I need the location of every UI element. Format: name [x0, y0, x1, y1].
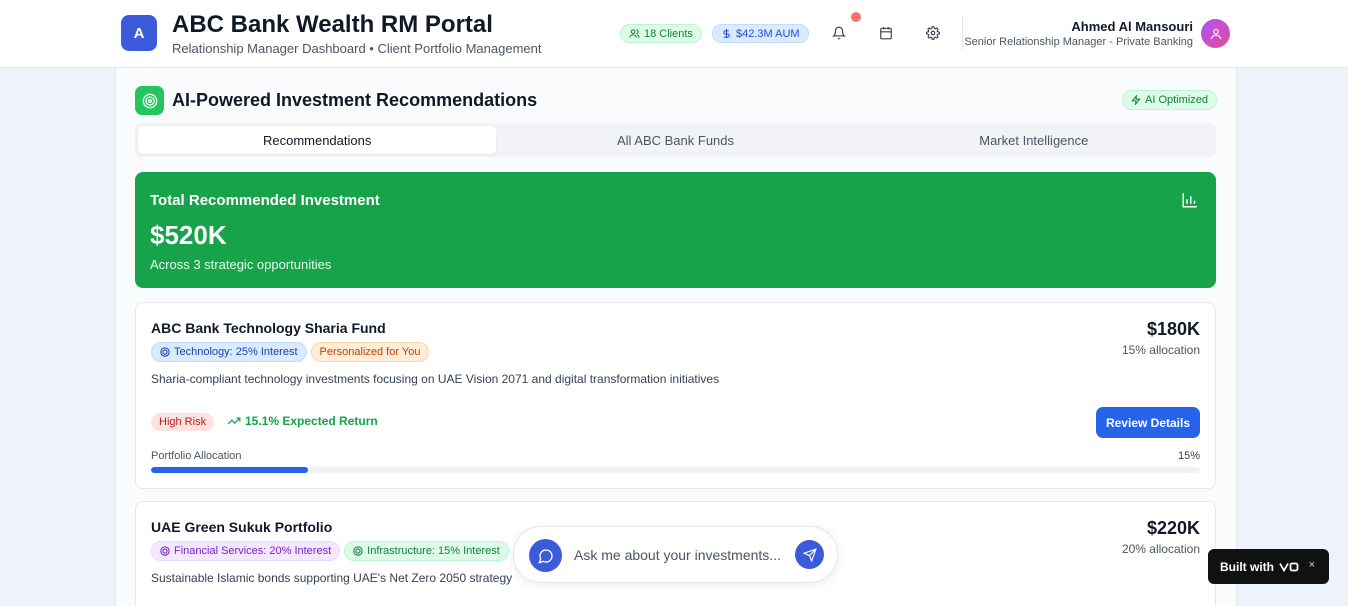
allocation-progress-fill: [151, 467, 309, 473]
fund-allocation: 20% allocation: [1121, 542, 1200, 556]
fund-amount: $180K: [1146, 319, 1200, 339]
v0-logo-icon: [1279, 562, 1299, 572]
ai-badge-label: AI Optimized: [1145, 94, 1208, 106]
user-role: Senior Relationship Manager - Private Ba…: [964, 36, 1193, 48]
ai-chat-bar: [513, 526, 838, 583]
app-title: ABC Bank Wealth RM Portal: [172, 11, 493, 38]
tab-market-intelligence[interactable]: Market Intelligence: [855, 126, 1213, 154]
aum-badge: $42.3M AUM: [712, 24, 809, 43]
calendar-button[interactable]: [876, 23, 896, 43]
personalized-tag: Personalized for You: [310, 342, 430, 362]
tab-all-funds[interactable]: All ABC Bank Funds: [496, 126, 854, 154]
fund-title: ABC Bank Technology Sharia Fund: [151, 320, 386, 336]
allocation-progress-bar: [151, 467, 1200, 473]
fund-title: UAE Green Sukuk Portfolio: [151, 519, 333, 535]
fund-amount: $220K: [1146, 518, 1200, 538]
personalized-tag-label: Personalized for You: [319, 346, 421, 358]
expected-return-label: 15.1% Expected Return: [245, 414, 378, 428]
portfolio-allocation-percent: 15%: [1177, 450, 1200, 462]
interest-tag-label: Technology: 25% Interest: [174, 346, 298, 358]
portfolio-allocation-label: Portfolio Allocation: [151, 450, 242, 462]
gear-icon: [926, 26, 940, 40]
chat-input[interactable]: [574, 544, 792, 566]
tab-recommendations[interactable]: Recommendations: [138, 126, 497, 154]
notifications-button[interactable]: [829, 23, 849, 43]
aum-badge-label: $42.3M AUM: [736, 27, 800, 40]
review-details-button[interactable]: Review Details: [1096, 407, 1200, 438]
user-avatar[interactable]: [1201, 19, 1230, 48]
fund-tags: Technology: 25% Interest Personalized fo…: [151, 342, 430, 362]
target-icon: [135, 86, 164, 115]
user-icon: [1210, 28, 1221, 39]
dollar-icon: [723, 28, 730, 39]
lightning-icon: [1131, 95, 1141, 105]
bar-chart-icon: [1182, 193, 1197, 208]
target-icon: [353, 546, 363, 556]
send-button[interactable]: [795, 540, 824, 569]
fund-description: Sustainable Islamic bonds supporting UAE…: [151, 571, 513, 585]
users-icon: [629, 29, 640, 38]
total-investment-value: $520K: [150, 220, 227, 250]
total-investment-card: Total Recommended Investment $520K Acros…: [135, 172, 1216, 288]
chat-icon[interactable]: [529, 539, 562, 572]
fund-tags: Financial Services: 20% Interest Infrast…: [151, 541, 509, 561]
calendar-icon: [880, 27, 892, 40]
app-subtitle: Relationship Manager Dashboard • Client …: [172, 41, 542, 56]
header-divider: [962, 16, 963, 50]
interest-tag-label: Financial Services: 20% Interest: [174, 545, 332, 557]
clients-badge-label: 18 Clients: [644, 27, 693, 40]
total-investment-label: Total Recommended Investment: [150, 192, 380, 209]
target-icon: [160, 347, 170, 357]
app-logo: A: [121, 15, 157, 51]
expected-return: 15.1% Expected Return: [227, 414, 378, 428]
interest-tag-label: Infrastructure: 15% Interest: [367, 545, 500, 557]
bell-icon: [832, 26, 846, 40]
interest-tag: Financial Services: 20% Interest: [151, 541, 341, 561]
app-header: A ABC Bank Wealth RM Portal Relationship…: [0, 0, 1348, 68]
fund-allocation: 15% allocation: [1121, 343, 1200, 357]
user-name: Ahmed Al Mansouri: [1071, 19, 1193, 34]
ai-optimized-badge: AI Optimized: [1122, 90, 1217, 110]
built-with-label: Built with: [1220, 559, 1274, 574]
target-icon: [160, 546, 170, 556]
clients-badge: 18 Clients: [620, 24, 702, 43]
built-with-badge[interactable]: Built with ×: [1208, 549, 1329, 584]
section-title: AI-Powered Investment Recommendations: [172, 90, 538, 110]
send-icon: [802, 547, 817, 562]
fund-description: Sharia-compliant technology investments …: [151, 372, 720, 386]
settings-button[interactable]: [923, 23, 943, 43]
interest-tag: Technology: 25% Interest: [151, 342, 307, 362]
risk-badge: High Risk: [151, 413, 215, 431]
interest-tag: Infrastructure: 15% Interest: [344, 541, 509, 561]
trending-up-icon: [227, 417, 241, 425]
notification-dot: [851, 12, 861, 22]
tab-bar: Recommendations All ABC Bank Funds Marke…: [135, 123, 1216, 157]
total-investment-subtitle: Across 3 strategic opportunities: [150, 257, 332, 272]
recommendation-card: ABC Bank Technology Sharia Fund $180K 15…: [135, 302, 1216, 489]
close-icon[interactable]: ×: [1309, 559, 1315, 571]
